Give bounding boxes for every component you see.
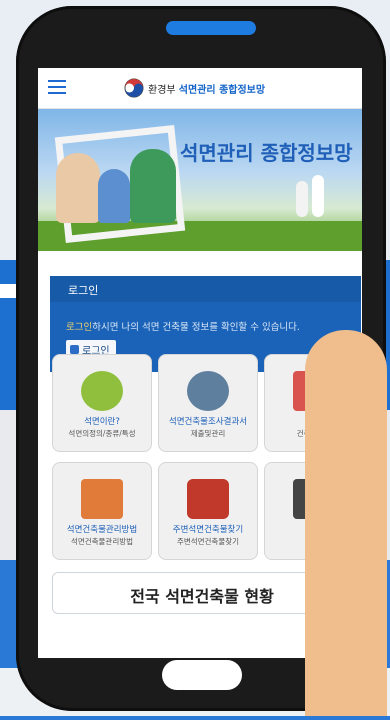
phone-speaker [166, 21, 256, 35]
menu-card-subtitle: 석면의정의/종류/특성 [68, 429, 136, 438]
checklist-icon [81, 479, 123, 519]
phone-home-button[interactable] [162, 660, 242, 690]
menu-card-survey-report[interactable]: 석면건축물조사결과서 제출및관리 [158, 354, 258, 452]
menu-card-subtitle: 주변석면건축물찾기 [176, 537, 240, 546]
menu-card-title: 석면건축물조사결과서 [168, 417, 248, 427]
house-search-icon [187, 479, 229, 519]
menu-card-management-method[interactable]: 석면건축물관리방법 석면건축물관리방법 [52, 462, 152, 560]
inspector-icon [187, 371, 229, 411]
menu-card-title: 주변석면건축물찾기 [172, 525, 244, 535]
menu-card-asbestos-info[interactable]: 석면이란? 석면의정의/종류/특성 [52, 354, 152, 452]
menu-card-nearby-search[interactable]: 주변석면건축물찾기 주변석면건축물찾기 [158, 462, 258, 560]
hand-image [305, 330, 387, 716]
menu-card-subtitle: 석면건축물관리방법 [70, 537, 134, 546]
menu-card-subtitle: 제출및관리 [190, 429, 226, 438]
menu-card-title: 석면건축물관리방법 [66, 525, 138, 535]
menu-card-title: 석면이란? [84, 417, 120, 427]
virus-icon [81, 371, 123, 411]
